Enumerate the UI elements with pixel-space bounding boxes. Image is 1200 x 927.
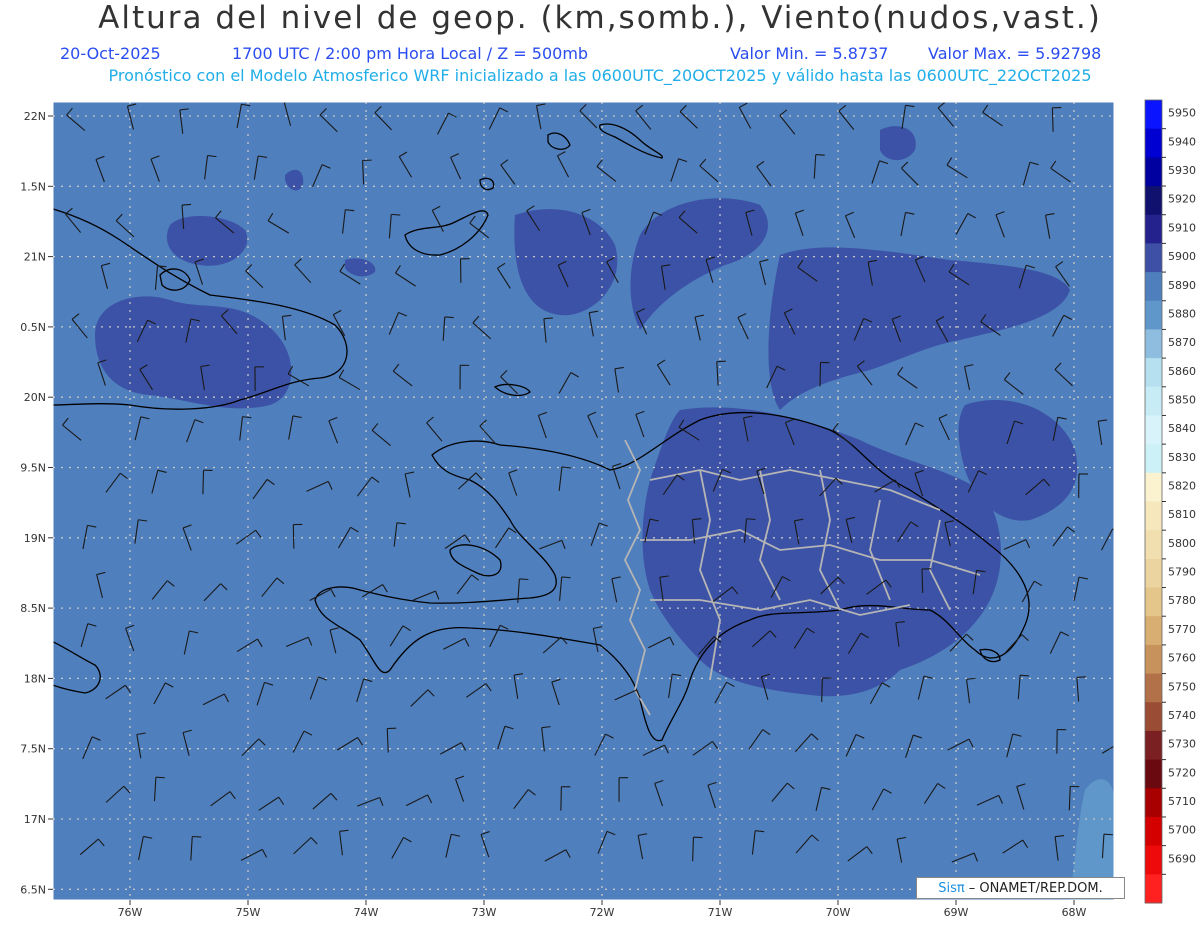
lon-label: 69W (944, 906, 969, 919)
colorbar-label: 5690 (1168, 852, 1196, 865)
colorbar-swatch (1145, 272, 1162, 302)
lat-label: 0.5N (20, 321, 46, 334)
colorbar-label: 5900 (1168, 250, 1196, 263)
colorbar-swatch (1145, 587, 1162, 617)
colorbar-label: 5860 (1168, 365, 1196, 378)
min-value: Valor Min. = 5.8737 (730, 44, 889, 63)
colorbar-label: 5950 (1168, 107, 1196, 120)
colorbar-swatch (1145, 100, 1162, 130)
lat-label: 9.5N (20, 462, 46, 475)
colorbar-label: 5790 (1168, 566, 1196, 579)
colorbar-swatch (1145, 157, 1162, 187)
colorbar-swatch (1145, 730, 1162, 761)
colorbar-swatch (1145, 214, 1162, 244)
lon-label: 68W (1062, 906, 1087, 919)
colorbar-swatch (1145, 358, 1162, 388)
colorbar-swatch (1145, 874, 1162, 904)
lon-label: 71W (708, 906, 733, 919)
lat-label: 6.5N (20, 883, 46, 896)
max-value: Valor Max. = 5.92798 (928, 44, 1102, 63)
colorbar-label: 5810 (1168, 508, 1196, 521)
colorbar-label: 5920 (1168, 193, 1196, 206)
model-info: Pronóstico con el Modelo Atmosferico WRF… (108, 66, 1092, 85)
colorbar-label: 5840 (1168, 422, 1196, 435)
lat-label: 7.5N (20, 743, 46, 756)
lat-label: 18N (24, 672, 46, 685)
colorbar-label: 5760 (1168, 652, 1196, 665)
colorbar-swatch (1145, 558, 1162, 589)
lon-label: 70W (826, 906, 851, 919)
colorbar-swatch (1145, 243, 1162, 273)
colorbar-label: 5720 (1168, 766, 1196, 779)
colorbar-label: 5800 (1168, 537, 1196, 550)
colorbar-swatch (1145, 616, 1162, 646)
lat-label: 22N (24, 110, 46, 123)
colorbar-label: 5820 (1168, 480, 1196, 493)
lat-label: 8.5N (20, 602, 46, 615)
colorbar-label: 5890 (1168, 279, 1196, 292)
colorbar-swatch (1145, 186, 1162, 216)
colorbar-swatch (1145, 788, 1162, 818)
subtitle-line: 20-Oct-2025 1700 UTC / 2:00 pm Hora Loca… (0, 44, 1200, 66)
credit-box: Sisπ – ONAMET/REP.DOM. (916, 877, 1125, 899)
lat-label: 20N (24, 391, 46, 404)
colorbar-swatch (1145, 444, 1162, 474)
longitude-labels: 76W 75W 74W 73W 72W 71W 70W 69W 68W (118, 900, 1087, 919)
colorbar-swatch (1145, 300, 1162, 330)
lon-label: 74W (354, 906, 379, 919)
colorbar-label: 5830 (1168, 451, 1196, 464)
colorbar-swatch (1145, 386, 1162, 416)
forecast-time: 1700 UTC / 2:00 pm Hora Local / Z = 500m… (232, 44, 589, 63)
colorbar-label: 5880 (1168, 307, 1196, 320)
colorbar-label: 5780 (1168, 594, 1196, 607)
lon-label: 76W (118, 906, 143, 919)
map-title: Altura del nivel de geop. (km,somb.), Vi… (98, 0, 1102, 36)
lat-label: 21N (24, 251, 46, 264)
colorbar-swatch (1145, 673, 1162, 703)
colorbar-label: 5750 (1168, 680, 1196, 693)
forecast-map: 22N 1.5N 21N 0.5N 20N 9.5N 19N 8.5N 18N 7.5N 17N 6.… (20, 99, 1196, 919)
colorbar-label: 5850 (1168, 393, 1196, 406)
colorbar-swatch (1145, 702, 1162, 732)
colorbar-label: 5940 (1168, 135, 1196, 148)
brand-logo: Sisπ (938, 880, 965, 896)
colorbar-swatch (1145, 816, 1162, 847)
lat-label: 17N (24, 813, 46, 826)
forecast-date: 20-Oct-2025 (60, 44, 161, 63)
colorbar-swatch (1145, 644, 1162, 675)
colorbar-swatch (1145, 415, 1162, 445)
colorbar-swatch (1145, 472, 1162, 502)
credit-text: – ONAMET/REP.DOM. (968, 880, 1103, 896)
colorbar-label: 5910 (1168, 221, 1196, 234)
colorbar: 5950 5940 5930 5920 5910 5900 5890 5880 5870 5860… (1144, 99, 1196, 904)
lon-label: 75W (236, 906, 261, 919)
colorbar-label: 5730 (1168, 738, 1196, 751)
colorbar-label: 5740 (1168, 709, 1196, 722)
lat-label: 1.5N (20, 180, 46, 193)
lat-label: 19N (24, 532, 46, 545)
latitude-labels: 22N 1.5N 21N 0.5N 20N 9.5N 19N 8.5N 18N 7.5N 17N 6.… (20, 110, 53, 896)
colorbar-label: 5710 (1168, 795, 1196, 808)
colorbar-label: 5700 (1168, 824, 1196, 837)
colorbar-swatch (1145, 845, 1162, 875)
colorbar-swatch (1145, 128, 1162, 158)
lon-label: 73W (472, 906, 497, 919)
lon-label: 72W (590, 906, 615, 919)
colorbar-label: 5870 (1168, 336, 1196, 349)
colorbar-swatch (1145, 329, 1162, 359)
colorbar-label: 5930 (1168, 164, 1196, 177)
colorbar-swatch (1145, 530, 1162, 560)
colorbar-swatch (1145, 759, 1162, 789)
colorbar-swatch (1145, 501, 1162, 531)
colorbar-label: 5770 (1168, 623, 1196, 636)
